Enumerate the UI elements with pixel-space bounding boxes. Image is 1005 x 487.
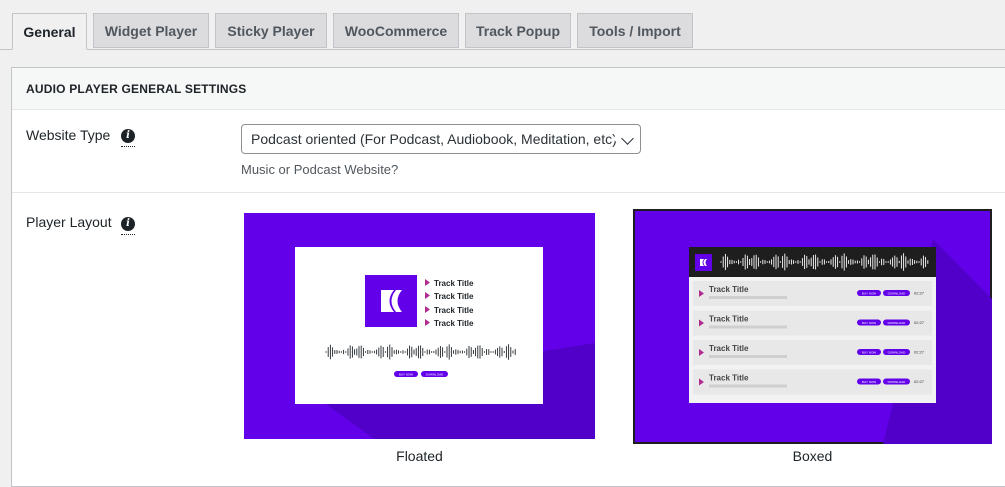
boxed-track-title: Track Title: [709, 315, 749, 324]
chevron-down-icon: [621, 132, 634, 145]
layout-caption-boxed: Boxed: [792, 448, 833, 464]
boxed-button-label: BUY NOW: [862, 351, 876, 355]
section-title: AUDIO PLAYER GENERAL SETTINGS: [26, 82, 247, 96]
floated-download-button-label: DOWNLOAD: [426, 373, 445, 377]
boxed-track-duration: 02:27: [914, 379, 925, 384]
website-type-description: Music or Podcast Website?: [241, 162, 399, 177]
player-layout-label: Player Layout: [26, 214, 112, 230]
tab-sticky-player[interactable]: Sticky Player: [215, 13, 327, 48]
boxed-button-label: BUY NOW: [862, 380, 876, 384]
floated-buy-button-label: BUY NOW: [399, 373, 413, 377]
floated-track-title: Track Title: [434, 292, 474, 301]
info-icon[interactable]: i: [121, 129, 135, 143]
website-type-label: Website Type: [26, 127, 111, 143]
website-type-select[interactable]: Podcast oriented (For Podcast, Audiobook…: [241, 124, 641, 154]
boxed-button-label: DOWNLOAD: [888, 321, 907, 325]
boxed-track-duration: 02:27: [914, 350, 925, 355]
tab-woocommerce[interactable]: WooCommerce: [333, 13, 459, 48]
floated-track-title: Track Title: [434, 279, 474, 288]
boxed-button-label: DOWNLOAD: [888, 380, 907, 384]
tab-widget-player[interactable]: Widget Player: [93, 13, 209, 48]
layout-option-floated[interactable]: BUY NOW DOWNLOAD Track Title Track Title…: [244, 213, 595, 439]
tab-general[interactable]: General: [12, 13, 87, 50]
boxed-button-label: BUY NOW: [862, 321, 876, 325]
info-underline: [121, 146, 135, 147]
boxed-track-title: Track Title: [709, 344, 749, 353]
tab-track-popup[interactable]: Track Popup: [465, 13, 571, 48]
layout-option-boxed[interactable]: Track Title BUY NOW DOWNLOAD 02:27 Track Tit…: [633, 209, 992, 444]
info-underline: [121, 234, 135, 235]
tab-tools-import[interactable]: Tools / Import: [577, 13, 693, 48]
layout-caption-floated: Floated: [396, 448, 443, 464]
floated-track-title: Track Title: [434, 319, 474, 328]
boxed-button-label: DOWNLOAD: [888, 351, 907, 355]
boxed-preview-image: Track Title BUY NOW DOWNLOAD 02:27 Track Tit…: [633, 209, 992, 444]
boxed-track-duration: 02:27: [914, 291, 925, 296]
row-divider: [12, 192, 1005, 193]
settings-panel: AUDIO PLAYER GENERAL SETTINGS Website Ty…: [11, 67, 1005, 487]
info-icon[interactable]: i: [121, 217, 135, 231]
floated-track-title: Track Title: [434, 306, 474, 315]
boxed-track-title: Track Title: [709, 374, 749, 383]
boxed-track-duration: 02:27: [914, 320, 925, 325]
boxed-button-label: DOWNLOAD: [888, 292, 907, 296]
section-header: AUDIO PLAYER GENERAL SETTINGS: [12, 68, 1005, 110]
website-type-selected-value: Podcast oriented (For Podcast, Audiobook…: [251, 131, 617, 147]
floated-preview-image: BUY NOW DOWNLOAD Track Title Track Title…: [244, 213, 595, 439]
settings-tabs: General Widget Player Sticky Player WooC…: [0, 0, 1005, 50]
boxed-button-label: BUY NOW: [862, 292, 876, 296]
boxed-track-title: Track Title: [709, 285, 749, 294]
